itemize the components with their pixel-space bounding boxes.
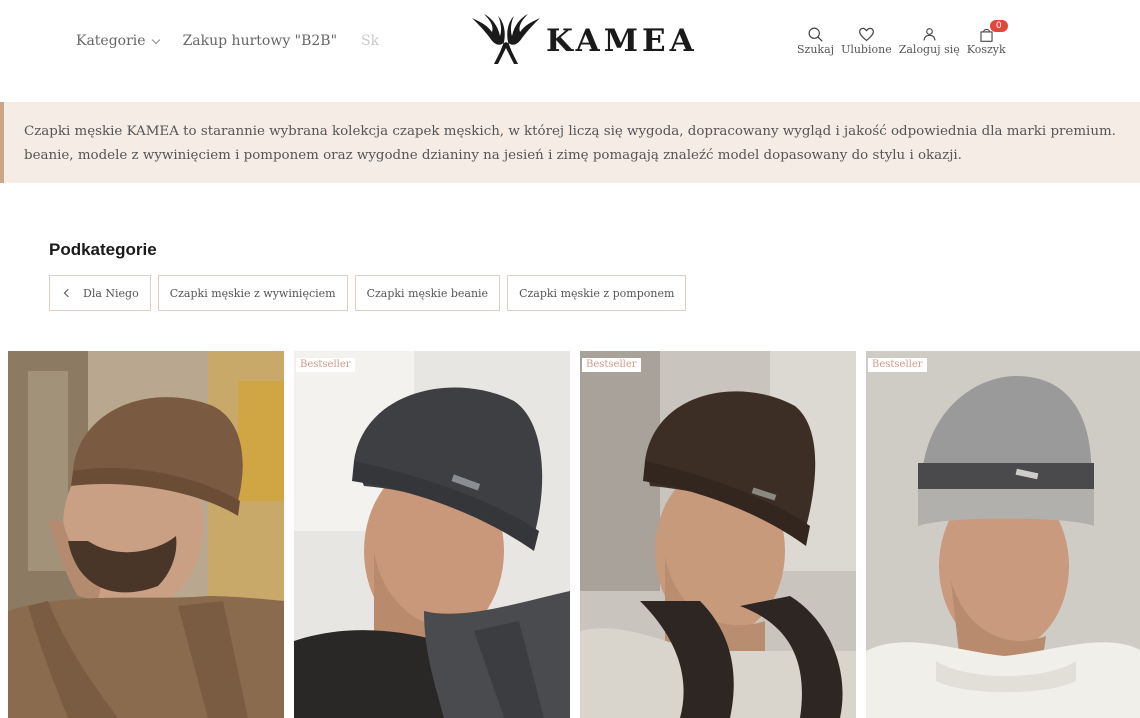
favorites-button[interactable]: Ulubione [841,26,892,56]
search-icon [808,27,823,42]
subcategory-chip[interactable]: Czapki męskie z wywinięciem [157,275,348,311]
subcategory-chip[interactable]: Czapki męskie z pomponem [507,275,687,311]
chip-label: Czapki męskie z wywinięciem [169,286,336,300]
header-actions: Szukaj Ulubione Zaloguj się 0 Koszyk [797,20,1013,56]
chevron-left-icon [63,288,73,298]
site-header: Kategorie Zakup hurtowy "B2B" Sk KAMEA S… [0,0,1140,86]
search-label: Szukaj [797,43,835,56]
cart-count-badge: 0 [989,20,1008,32]
back-to-parent-button[interactable]: Dla Niego [49,275,151,311]
category-description: Czapki męskie KAMEA to starannie wybrana… [0,102,1140,183]
product-photo [580,351,856,718]
nav-item-b2b[interactable]: Zakup hurtowy "B2B" [183,33,337,49]
category-description-text: Czapki męskie KAMEA to starannie wybrana… [24,124,1116,163]
subcategories-heading: Podkategorie [49,240,157,259]
main-nav: Kategorie Zakup hurtowy "B2B" Sk [76,33,405,49]
bestseller-badge: Bestseller [296,358,355,372]
product-grid: Bestseller Bestseller Bestseller [8,351,1140,718]
heart-icon [858,27,874,42]
chevron-down-icon [151,35,160,44]
chip-label: Czapki męskie z pomponem [519,286,675,300]
brand-name: KAMEA [546,23,698,59]
brand-logo[interactable]: KAMEA [470,12,698,68]
birds-logo-icon [472,14,540,64]
favorites-label: Ulubione [841,43,892,56]
product-photo [866,351,1140,718]
cart-label: Koszyk [966,43,1006,56]
product-photo [294,351,570,718]
nav-item-kategorie[interactable]: Kategorie [76,33,160,49]
login-button[interactable]: Zaloguj się [899,26,960,56]
product-card[interactable]: Bestseller [866,351,1140,718]
user-icon [923,28,936,41]
nav-item-label: Sk [361,33,380,49]
login-label: Zaloguj się [898,43,960,56]
cart-button[interactable]: 0 Koszyk [966,20,1008,56]
search-button[interactable]: Szukaj [797,26,834,56]
product-photo [8,351,284,718]
product-card[interactable]: Bestseller [580,351,856,718]
nav-item-truncated[interactable]: Sk [361,33,381,49]
subcategory-chip[interactable]: Czapki męskie beanie [354,275,501,311]
subcategory-list: Dla Niego Czapki męskie z wywinięciem Cz… [49,275,693,311]
product-card[interactable]: Bestseller [294,351,570,718]
nav-item-label: Kategorie [76,33,146,49]
product-card[interactable] [8,351,284,718]
chip-label: Dla Niego [83,286,139,300]
chip-label: Czapki męskie beanie [366,286,489,300]
nav-item-label: Zakup hurtowy "B2B" [182,33,338,49]
bestseller-badge: Bestseller [868,358,927,372]
bestseller-badge: Bestseller [582,358,641,372]
